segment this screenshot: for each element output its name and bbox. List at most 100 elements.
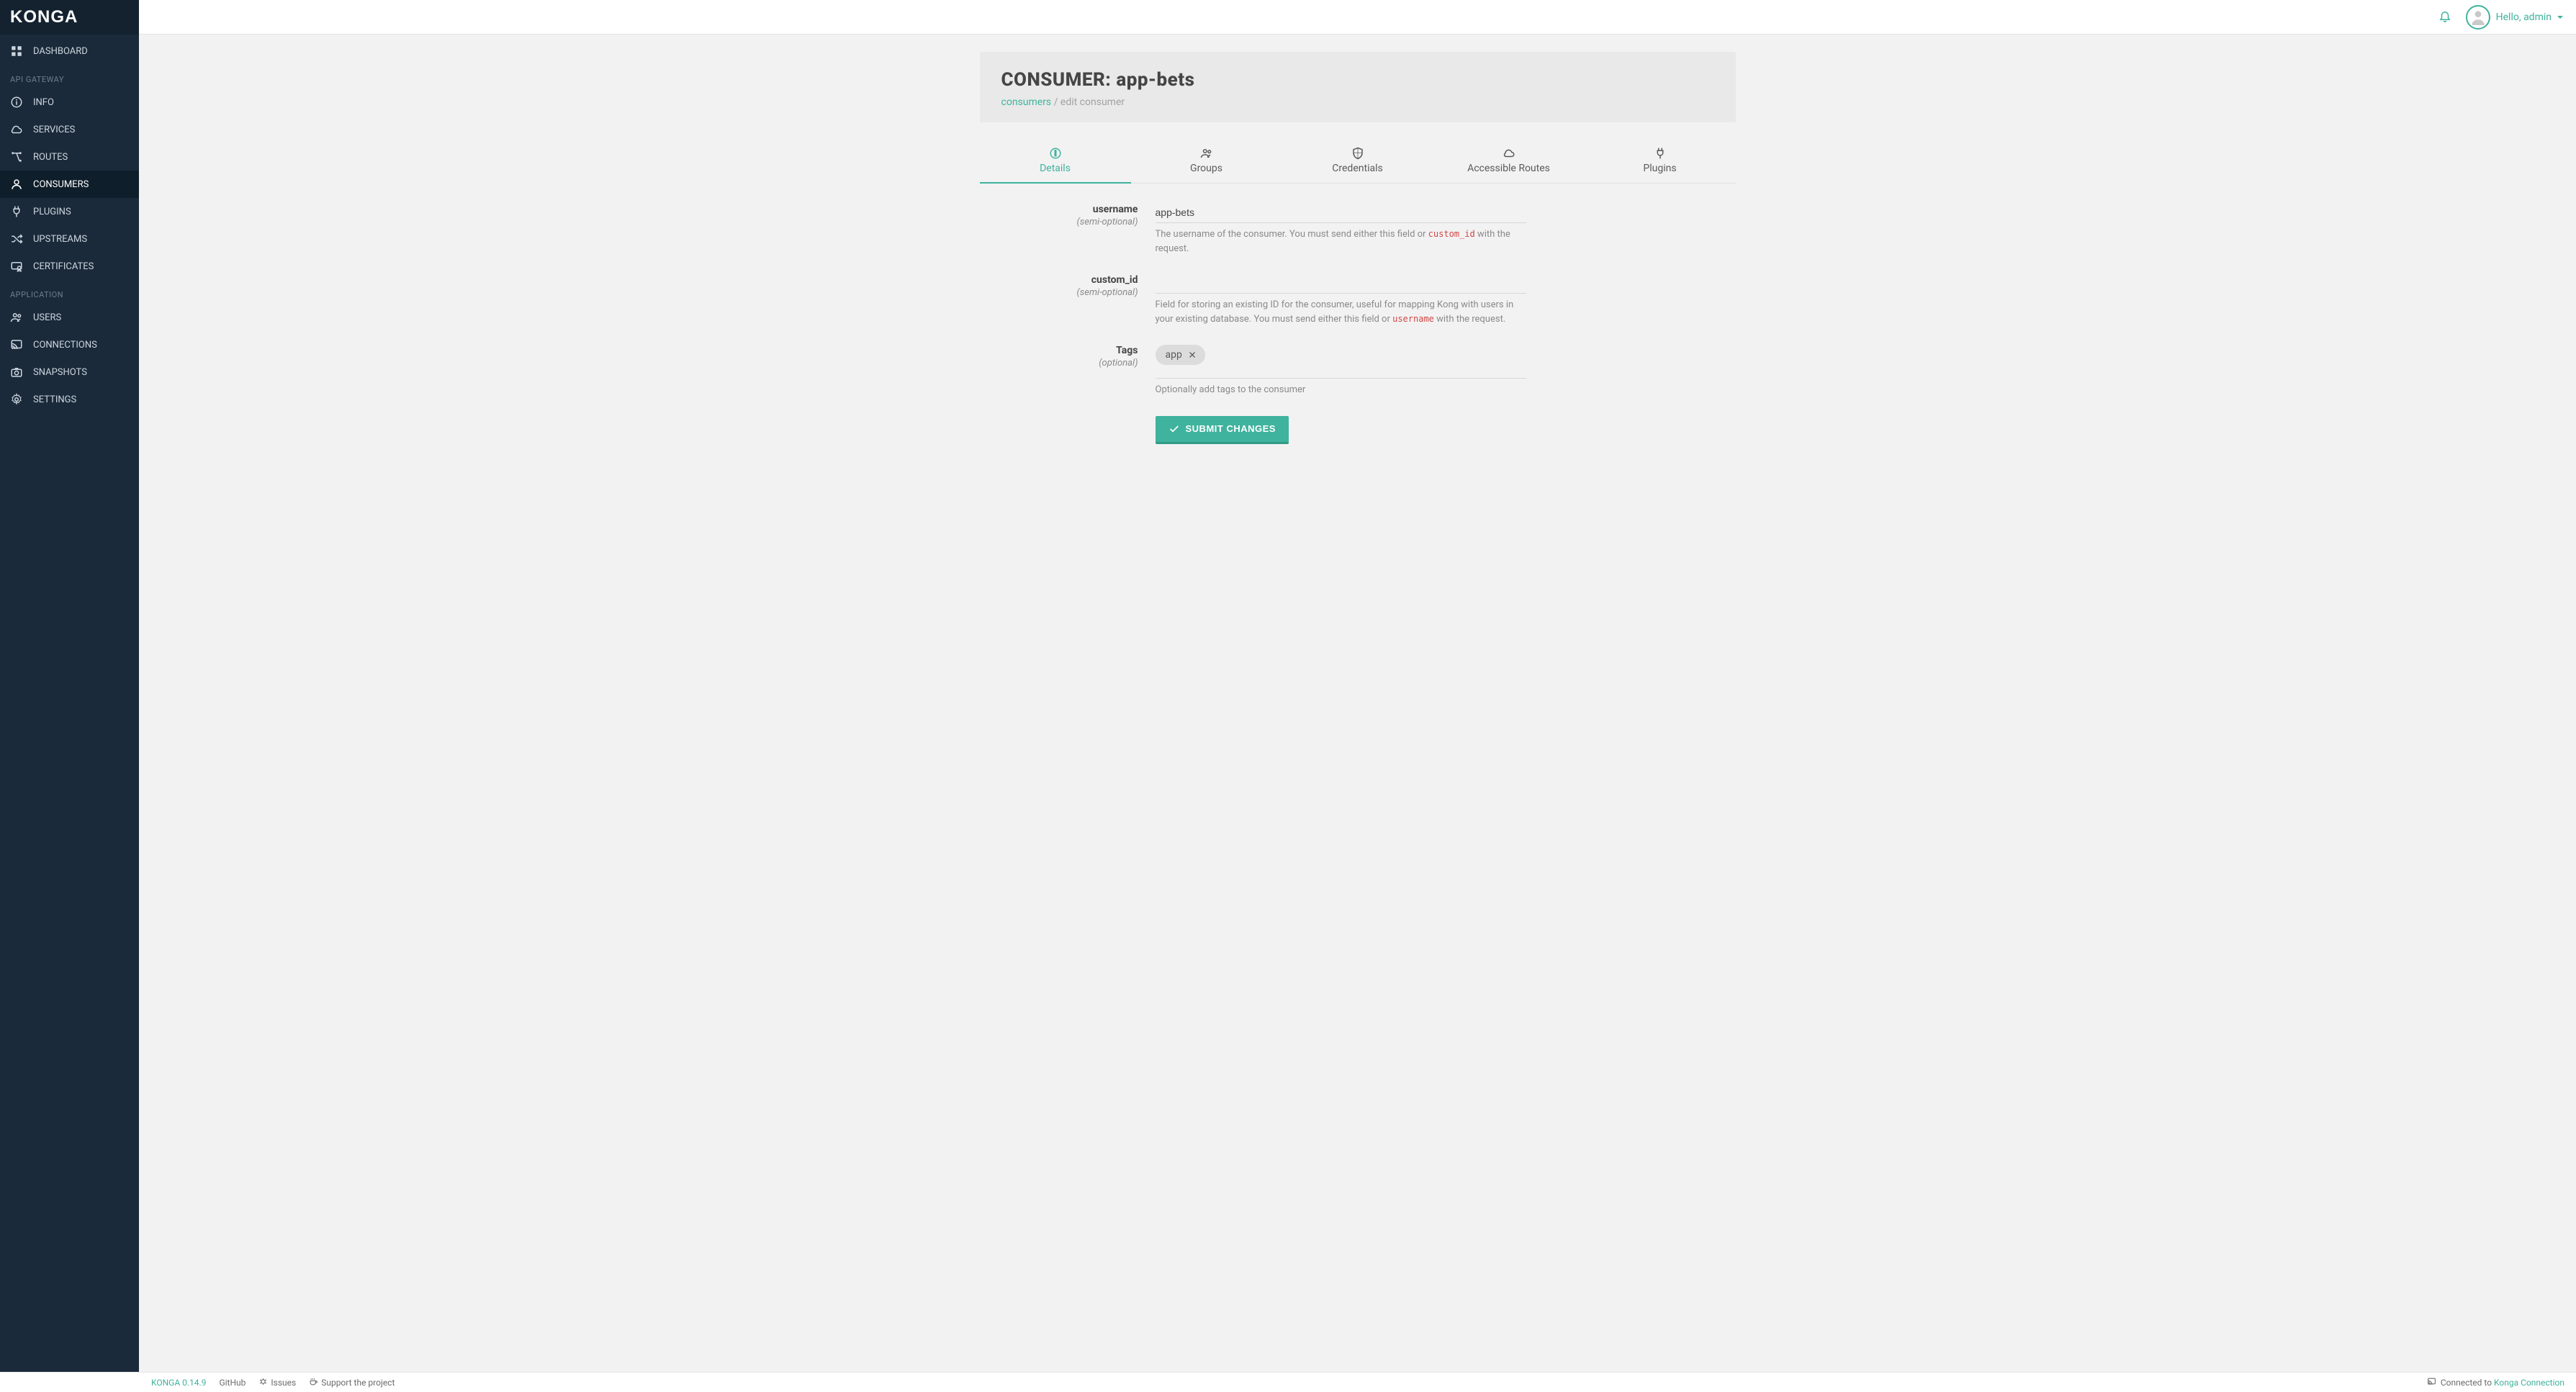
cloud-icon — [1503, 147, 1516, 160]
sidebar-item-label: USERS — [33, 312, 61, 323]
submit-button[interactable]: SUBMIT CHANGES — [1156, 416, 1289, 444]
sidebar-nav: DASHBOARD API GATEWAY INFO SERVICES ROUTES CO… — [0, 35, 139, 413]
username-sublabel: (semi-optional) — [980, 217, 1138, 227]
custom-id-label: custom_id — [980, 274, 1138, 286]
sidebar-item-label: PLUGINS — [33, 207, 71, 217]
sidebar-item-certificates[interactable]: CERTIFICATES — [0, 253, 139, 280]
tab-label: Credentials — [1332, 163, 1382, 174]
camera-icon — [10, 366, 23, 379]
shuffle-icon — [10, 232, 23, 245]
sidebar-item-label: CONNECTIONS — [33, 340, 97, 351]
users-icon — [10, 311, 23, 324]
consumer-form: username (semi-optional) The username of… — [980, 204, 1736, 444]
breadcrumb: consumers / edit consumer — [1001, 96, 1714, 108]
sidebar-item-upstreams[interactable]: UPSTREAMS — [0, 225, 139, 253]
tab-credentials[interactable]: Credentials — [1282, 140, 1433, 183]
plug-icon — [1654, 147, 1667, 160]
custom-id-help: Field for storing an existing ID for the… — [1156, 298, 1526, 326]
breadcrumb-current: edit consumer — [1060, 96, 1125, 108]
footer-connection: Connected to Konga Connection — [2441, 1378, 2564, 1388]
username-input[interactable] — [1156, 204, 1526, 223]
sidebar-item-plugins[interactable]: PLUGINS — [0, 198, 139, 225]
coffee-icon — [309, 1377, 318, 1388]
chevron-down-icon — [2557, 16, 2563, 19]
cast-icon — [2427, 1377, 2436, 1388]
tab-label: Groups — [1190, 163, 1222, 174]
sidebar-item-services[interactable]: SERVICES — [0, 116, 139, 143]
tab-label: Details — [1040, 163, 1071, 174]
user-greeting: Hello, admin — [2496, 12, 2552, 23]
footer: KONGA 0.14.9 GitHub Issues Support the pro… — [0, 1372, 2576, 1392]
tab-label: Plugins — [1643, 163, 1676, 174]
tab-routes[interactable]: Accessible Routes — [1433, 140, 1585, 183]
form-row-custom-id: custom_id (semi-optional) Field for stor… — [980, 274, 1736, 326]
tag-chip: app — [1156, 345, 1205, 365]
notifications-icon[interactable] — [2438, 9, 2451, 25]
sidebar-item-consumers[interactable]: CONSUMERS — [0, 171, 139, 198]
sidebar-item-label: CERTIFICATES — [33, 261, 94, 272]
routes-icon — [10, 150, 23, 163]
plug-icon — [10, 205, 23, 218]
tags-label: Tags — [980, 345, 1138, 356]
cert-icon — [10, 260, 23, 273]
tag-label: app — [1166, 349, 1182, 361]
close-icon[interactable] — [1188, 351, 1197, 359]
form-row-tags: Tags (optional) app Optionally add tags … — [980, 345, 1736, 397]
tags-sublabel: (optional) — [980, 358, 1138, 369]
sidebar-item-label: SETTINGS — [33, 394, 76, 405]
info-icon — [1049, 147, 1062, 160]
info-icon — [10, 96, 23, 109]
cloud-icon — [10, 123, 23, 136]
username-help: The username of the consumer. You must s… — [1156, 227, 1526, 256]
sidebar-item-label: DASHBOARD — [33, 46, 88, 57]
sidebar-item-snapshots[interactable]: SNAPSHOTS — [0, 358, 139, 386]
sidebar-item-settings[interactable]: SETTINGS — [0, 386, 139, 413]
avatar — [2466, 5, 2490, 30]
check-icon — [1168, 423, 1180, 435]
bug-icon — [258, 1377, 268, 1388]
user-menu[interactable]: Hello, admin — [2466, 5, 2563, 30]
breadcrumb-link-consumers[interactable]: consumers — [1001, 96, 1052, 108]
sidebar-item-label: UPSTREAMS — [33, 234, 87, 245]
form-row-submit: SUBMIT CHANGES — [980, 416, 1736, 444]
brand-logo[interactable]: KONGA — [0, 0, 139, 35]
custom-id-input[interactable] — [1156, 274, 1526, 294]
topbar: Hello, admin — [139, 0, 2576, 35]
sidebar-item-label: SERVICES — [33, 125, 75, 135]
page-header: CONSUMER: app-bets consumers / edit cons… — [980, 52, 1736, 122]
content-area: CONSUMER: app-bets consumers / edit cons… — [139, 35, 2576, 1372]
tab-label: Accessible Routes — [1467, 163, 1550, 174]
sidebar-item-users[interactable]: USERS — [0, 304, 139, 331]
footer-link-github[interactable]: GitHub — [219, 1377, 246, 1388]
form-row-username: username (semi-optional) The username of… — [980, 204, 1736, 256]
sidebar-item-routes[interactable]: ROUTES — [0, 143, 139, 171]
sidebar: KONGA DASHBOARD API GATEWAY INFO SERVICES RO… — [0, 0, 139, 1372]
tabs: Details Groups Credentials Accessible Route… — [980, 140, 1736, 184]
custom-id-sublabel: (semi-optional) — [980, 287, 1138, 298]
cast-icon — [10, 338, 23, 351]
page-title: CONSUMER: app-bets — [1001, 69, 1714, 91]
username-label: username — [980, 204, 1138, 215]
sidebar-section-gateway: API GATEWAY — [0, 65, 139, 89]
tags-help: Optionally add tags to the consumer — [1156, 383, 1526, 397]
sidebar-item-info[interactable]: INFO — [0, 89, 139, 116]
tab-groups[interactable]: Groups — [1131, 140, 1282, 183]
sidebar-item-connections[interactable]: CONNECTIONS — [0, 331, 139, 358]
gear-icon — [10, 393, 23, 406]
sidebar-item-label: CONSUMERS — [33, 179, 89, 190]
sidebar-item-dashboard[interactable]: DASHBOARD — [0, 37, 139, 65]
person-icon — [10, 178, 23, 191]
tags-input[interactable]: app — [1156, 345, 1526, 365]
shield-icon — [1351, 147, 1364, 160]
users-icon — [1200, 147, 1213, 160]
sidebar-item-label: INFO — [33, 97, 54, 108]
dashboard-icon — [10, 45, 23, 58]
footer-link-support-the-project[interactable]: Support the project — [309, 1377, 395, 1388]
footer-link-issues[interactable]: Issues — [258, 1377, 296, 1388]
sidebar-item-label: SNAPSHOTS — [33, 367, 87, 378]
footer-version: KONGA 0.14.9 — [151, 1378, 206, 1388]
sidebar-section-app: APPLICATION — [0, 280, 139, 304]
tab-plugins[interactable]: Plugins — [1585, 140, 1736, 183]
tab-details[interactable]: Details — [980, 140, 1131, 183]
sidebar-item-label: ROUTES — [33, 152, 68, 163]
